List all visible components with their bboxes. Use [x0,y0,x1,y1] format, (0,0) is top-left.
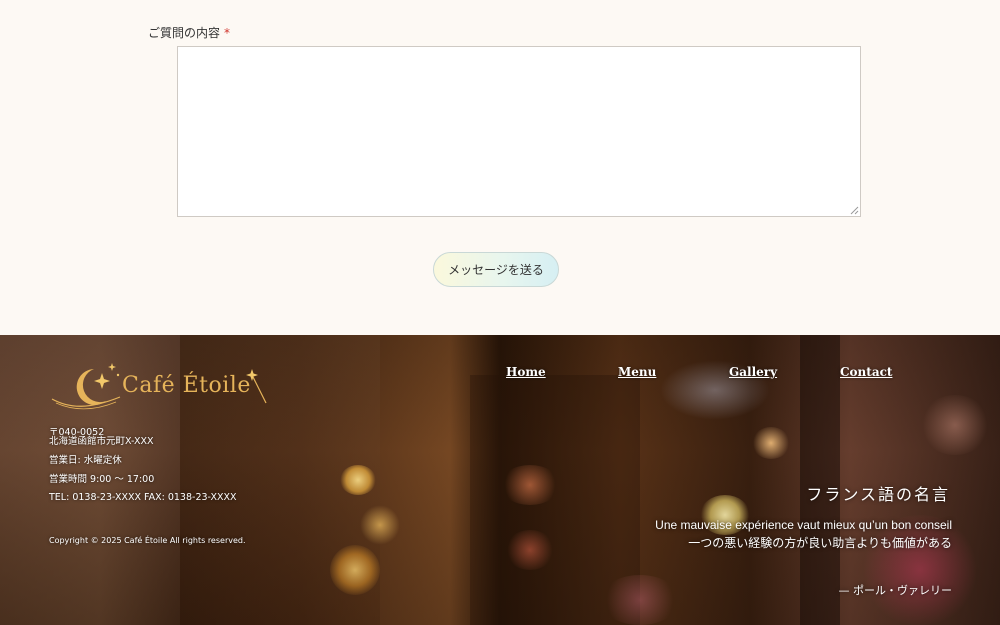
quote-french: Une mauvaise expérience vaut mieux qu’un… [655,518,952,532]
inquiry-label: ご質問の内容 * [148,24,230,41]
inquiry-textarea[interactable] [177,46,861,217]
copyright: Copyright © 2025 Café Étoile All rights … [49,536,246,545]
phone-fax: TEL: 0138-23-XXXX FAX: 0138-23-XXXX [49,492,237,503]
nav-contact-link[interactable]: Contact [840,365,892,379]
quote-author: — ポール・ヴァレリー [838,584,953,597]
closed-day: 営業日: 水曜定休 [49,455,122,466]
footer-nav: Home Menu Gallery Contact [0,365,1000,385]
required-mark: * [224,26,231,40]
quote-title: フランス語の名言 [806,485,950,504]
address: 北海道函館市元町X-XXX [49,436,154,447]
nav-gallery-link[interactable]: Gallery [729,365,777,379]
business-hours: 営業時間 9:00 〜 17:00 [49,474,155,485]
resize-grip-icon[interactable] [850,206,859,215]
site-footer: Café Étoile Home Menu Gallery Contact 〒0… [0,335,1000,625]
quote-japanese: 一つの悪い経験の方が良い助言よりも価値がある [688,536,952,550]
submit-button[interactable]: メッセージを送る [433,252,559,287]
inquiry-label-text: ご質問の内容 [148,26,221,40]
nav-home-link[interactable]: Home [506,365,546,379]
nav-menu-link[interactable]: Menu [618,365,656,379]
contact-form: ご質問の内容 * メッセージを送る [0,0,1000,335]
